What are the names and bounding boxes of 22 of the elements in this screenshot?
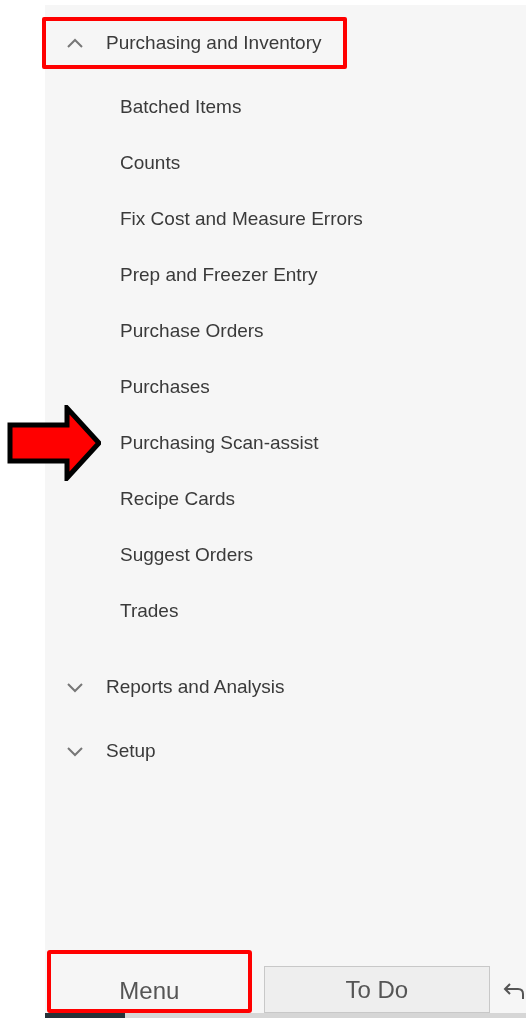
menu-section[interactable]: Setup bbox=[42, 719, 182, 783]
menu-item[interactable]: Purchase Orders bbox=[120, 320, 264, 342]
menu-item[interactable]: Fix Cost and Measure Errors bbox=[120, 208, 363, 230]
menu-item[interactable]: Suggest Orders bbox=[120, 544, 254, 566]
section-label: Setup bbox=[106, 740, 156, 762]
chevron-icon bbox=[66, 681, 84, 693]
menu-item[interactable]: Counts bbox=[120, 152, 181, 174]
menu-section[interactable]: Purchasing and Inventory bbox=[42, 17, 348, 69]
menu-item[interactable]: Prep and Freezer Entry bbox=[120, 264, 318, 286]
tab[interactable]: Menu bbox=[47, 950, 252, 1013]
menu-item[interactable]: Purchasing Scan-assist bbox=[120, 432, 319, 454]
menu-item[interactable]: Trades bbox=[120, 600, 179, 622]
menu-item[interactable]: Batched Items bbox=[120, 96, 242, 118]
menu-item[interactable]: Purchases bbox=[120, 376, 210, 398]
menu-section[interactable]: Reports and Analysis bbox=[42, 655, 311, 719]
menu-item[interactable]: Recipe Cards bbox=[120, 488, 236, 510]
tab[interactable]: To Do bbox=[263, 966, 490, 1013]
section-label: Purchasing and Inventory bbox=[106, 32, 322, 54]
section-label: Reports and Analysis bbox=[106, 676, 285, 698]
chevron-icon bbox=[66, 745, 84, 757]
undo-icon[interactable] bbox=[502, 981, 526, 1001]
chevron-icon bbox=[66, 37, 84, 49]
